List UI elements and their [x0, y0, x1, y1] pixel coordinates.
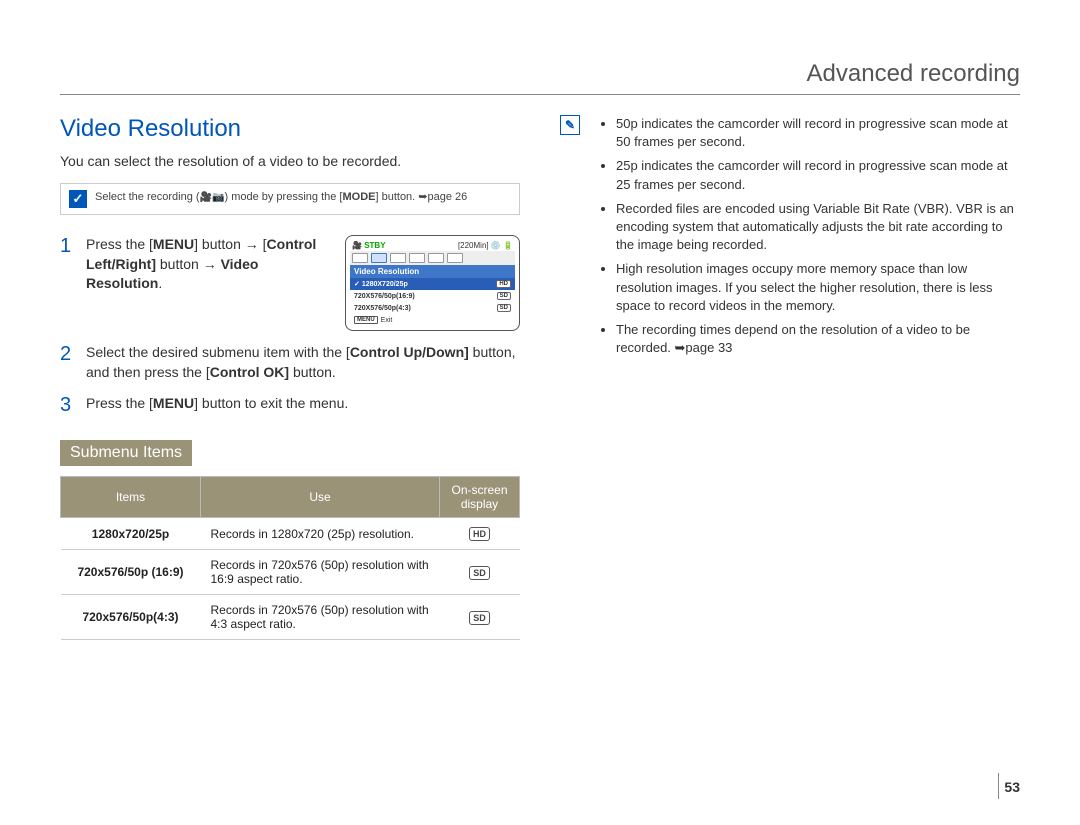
check-icon: ✓: [69, 190, 87, 208]
lcd-preview: 🎥 STBY [220Min] 💿 🔋 Video Resolution ✓ 1…: [345, 235, 520, 331]
lcd-tabs: [350, 251, 515, 265]
section-title: Video Resolution: [60, 115, 520, 143]
step-text: Select the desired submenu item with the…: [86, 343, 520, 382]
col-items-header: Items: [61, 477, 201, 518]
steps-list: 1 Press the [MENU] button → [Control Lef…: [60, 235, 520, 416]
page-number: 53: [1004, 779, 1020, 795]
note-icon: ✎: [560, 115, 580, 135]
table-row: 720x576/50p (16:9) Records in 720x576 (5…: [61, 550, 520, 595]
list-item: 25p indicates the camcorder will record …: [616, 157, 1020, 193]
step-text: Press the [MENU] button to exit the menu…: [86, 394, 520, 414]
lcd-menu-title: Video Resolution: [350, 265, 515, 278]
sd-badge: SD: [469, 611, 490, 625]
list-item: 50p indicates the camcorder will record …: [616, 115, 1020, 151]
col-display-header: On-screen display: [440, 477, 520, 518]
page-header: Advanced recording: [60, 60, 1020, 95]
table-row: 720x576/50p(4:3) Records in 720x576 (50p…: [61, 595, 520, 640]
step-number: 3: [60, 394, 76, 416]
list-item: Recorded files are encoded using Variabl…: [616, 200, 1020, 255]
submenu-table: Items Use On-screen display 1280x720/25p…: [60, 476, 520, 640]
lcd-option-selected: ✓ 1280X720/25p HD: [350, 278, 515, 290]
step-text: Press the [MENU] button → [Control Left/…: [86, 235, 335, 294]
step-1: 1 Press the [MENU] button → [Control Lef…: [60, 235, 520, 331]
list-item: High resolution images occupy more memor…: [616, 260, 1020, 315]
lcd-stby: STBY: [364, 241, 385, 250]
mode-note-text: Select the recording (🎥📷) mode by pressi…: [95, 190, 467, 203]
lcd-exit: MENU Exit: [350, 314, 515, 326]
sd-badge: SD: [469, 566, 490, 580]
lcd-option: 720X576/50p(16:9) SD: [350, 290, 515, 302]
notes-list: 50p indicates the camcorder will record …: [588, 115, 1020, 363]
col-use-header: Use: [201, 477, 440, 518]
step-2: 2 Select the desired submenu item with t…: [60, 343, 520, 382]
step-3: 3 Press the [MENU] button to exit the me…: [60, 394, 520, 416]
table-row: 1280x720/25p Records in 1280x720 (25p) r…: [61, 518, 520, 550]
section-intro: You can select the resolution of a video…: [60, 153, 520, 169]
mode-note: ✓ Select the recording (🎥📷) mode by pres…: [60, 183, 520, 215]
list-item: The recording times depend on the resolu…: [616, 321, 1020, 357]
submenu-heading: Submenu Items: [60, 440, 192, 466]
lcd-time: [220Min] 💿 🔋: [458, 241, 513, 250]
notes-block: ✎ 50p indicates the camcorder will recor…: [560, 115, 1020, 363]
hd-badge: HD: [469, 527, 490, 541]
step-number: 2: [60, 343, 76, 365]
step-number: 1: [60, 235, 76, 257]
lcd-option: 720X576/50p(4:3) SD: [350, 302, 515, 314]
